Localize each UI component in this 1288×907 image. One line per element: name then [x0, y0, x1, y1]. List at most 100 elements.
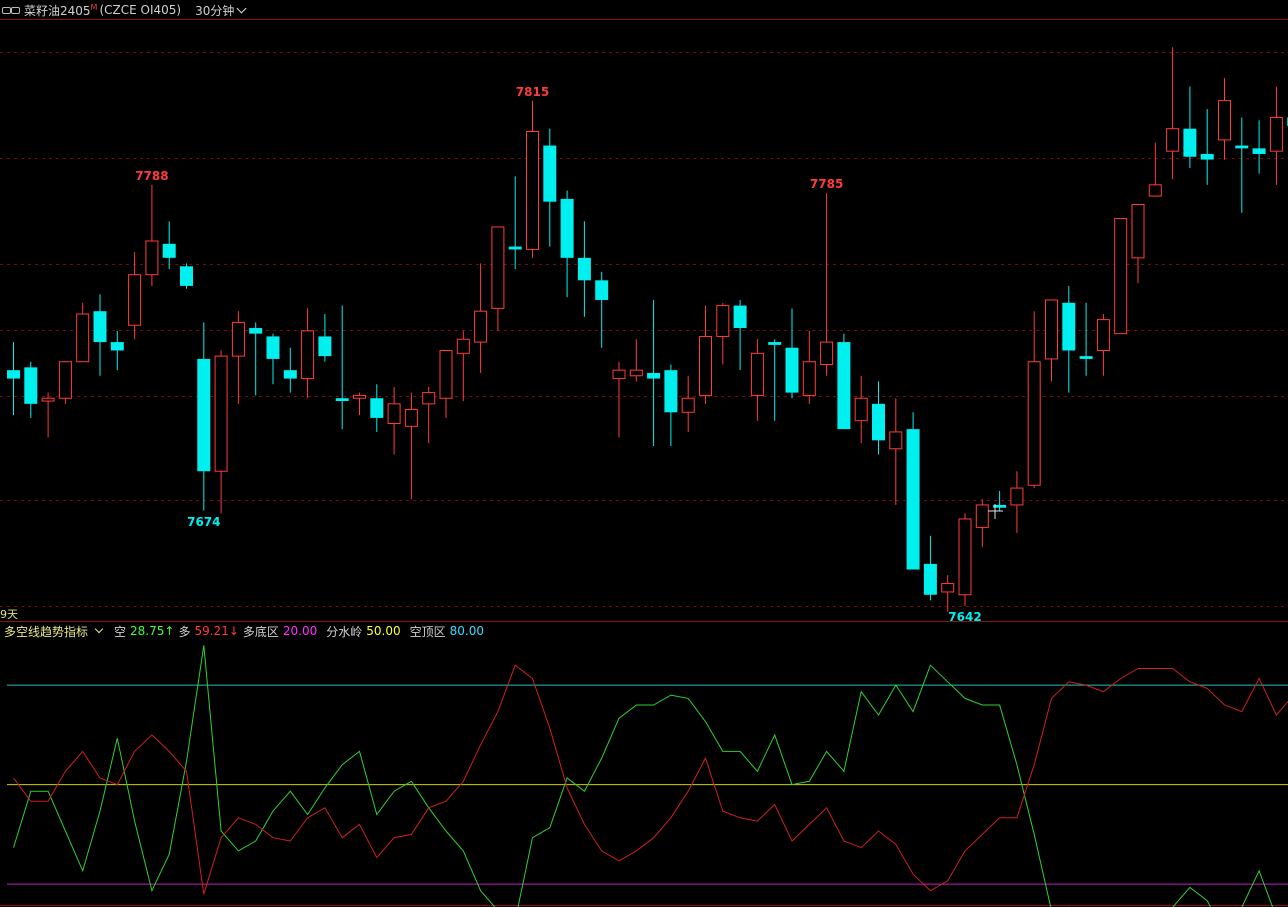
candle-body	[370, 398, 384, 418]
candle-body	[1079, 356, 1093, 359]
candle	[335, 305, 349, 430]
candle	[7, 342, 20, 416]
candle-body	[1096, 319, 1110, 352]
candle-body	[1218, 100, 1231, 141]
symbol-code: (CZCE OI405)	[99, 3, 182, 17]
candle	[526, 100, 539, 258]
candle	[629, 339, 643, 382]
candle	[1062, 285, 1076, 393]
candle	[491, 226, 505, 331]
low-price-label: 7642	[948, 610, 982, 624]
candle	[162, 221, 176, 270]
candle	[93, 294, 107, 376]
candle-body	[526, 131, 539, 250]
candle-body	[439, 350, 453, 399]
candle	[1252, 120, 1266, 174]
candle-body	[387, 403, 401, 425]
candle	[1010, 471, 1024, 533]
candle-body	[716, 305, 730, 337]
candle	[1131, 204, 1145, 284]
candle	[370, 384, 384, 432]
candle-body	[508, 246, 522, 250]
candle-body	[1166, 128, 1180, 152]
candle	[1200, 109, 1214, 185]
candle	[41, 392, 55, 438]
candle-body	[283, 370, 297, 379]
candle	[439, 350, 453, 418]
candle-body	[180, 266, 193, 286]
high-price-label: 7788	[135, 168, 169, 183]
candle-body	[543, 145, 557, 202]
candle-body	[318, 336, 332, 357]
candle-body	[664, 370, 678, 413]
candle	[889, 398, 903, 505]
candle	[1183, 86, 1197, 168]
candle	[1235, 117, 1249, 213]
candle-body	[353, 394, 366, 399]
candle	[301, 308, 315, 399]
legend-key-bottom-zone: 多底区	[242, 624, 279, 639]
candle	[508, 176, 522, 270]
candle	[923, 535, 937, 601]
high-price-label: 7815	[515, 84, 550, 99]
candle-body	[128, 274, 142, 326]
candle-body	[58, 361, 72, 399]
candle	[595, 271, 609, 348]
period-label: 30分钟	[195, 3, 235, 18]
chart-canvas[interactable]	[0, 0, 1288, 907]
candle-body	[1131, 204, 1145, 259]
candle-body	[889, 431, 903, 450]
candle-body	[231, 321, 245, 357]
long-line	[13, 664, 1288, 895]
candle-body	[854, 397, 868, 422]
candle-body	[837, 342, 851, 430]
candle-body	[1183, 128, 1197, 157]
candle-body	[1252, 148, 1266, 154]
indicator-lines	[13, 645, 1288, 907]
candle	[318, 314, 332, 362]
candle-body	[422, 392, 436, 405]
candle-body	[1010, 487, 1024, 506]
period-selector[interactable]: 30分钟	[195, 2, 247, 19]
candle	[1079, 302, 1093, 376]
legend-key-long: 多	[178, 624, 191, 639]
candle	[474, 263, 488, 373]
candle	[854, 375, 868, 444]
chevron-down-icon	[236, 3, 247, 13]
chart-header: 菜籽油2405 M (CZCE OI405) 30分钟	[0, 0, 1288, 20]
candle	[110, 330, 124, 371]
candle	[128, 252, 142, 340]
candle	[716, 302, 730, 365]
candle	[456, 330, 470, 402]
candle	[1269, 86, 1283, 185]
low-price-label: 7674	[187, 514, 221, 529]
candle-body	[110, 342, 124, 351]
indicator-selector[interactable]: 多空线趋势指标	[4, 623, 110, 640]
candle	[266, 333, 280, 385]
candle	[872, 381, 885, 455]
candle	[1218, 78, 1231, 160]
candle-body	[162, 243, 176, 258]
candle	[750, 339, 764, 421]
price-grid	[0, 19, 1288, 906]
legend-value-long: 59.21↓	[194, 624, 239, 638]
candle	[422, 387, 436, 444]
candle	[543, 128, 557, 247]
candle-body	[802, 361, 816, 396]
candle	[820, 193, 834, 376]
candle	[1096, 314, 1110, 376]
candle-body	[958, 518, 972, 596]
candle	[612, 361, 626, 438]
candle	[197, 322, 211, 511]
link-icon[interactable]	[2, 4, 20, 16]
candle-body	[1114, 218, 1128, 335]
candle	[283, 347, 297, 393]
candle-body	[1200, 153, 1214, 160]
candle-body	[301, 330, 315, 380]
candle	[802, 330, 816, 404]
short-line	[13, 645, 1274, 907]
indicator-zone-lines	[7, 684, 1288, 885]
candle-body	[629, 369, 643, 377]
candle-body	[404, 408, 418, 427]
candle-body	[872, 403, 885, 441]
